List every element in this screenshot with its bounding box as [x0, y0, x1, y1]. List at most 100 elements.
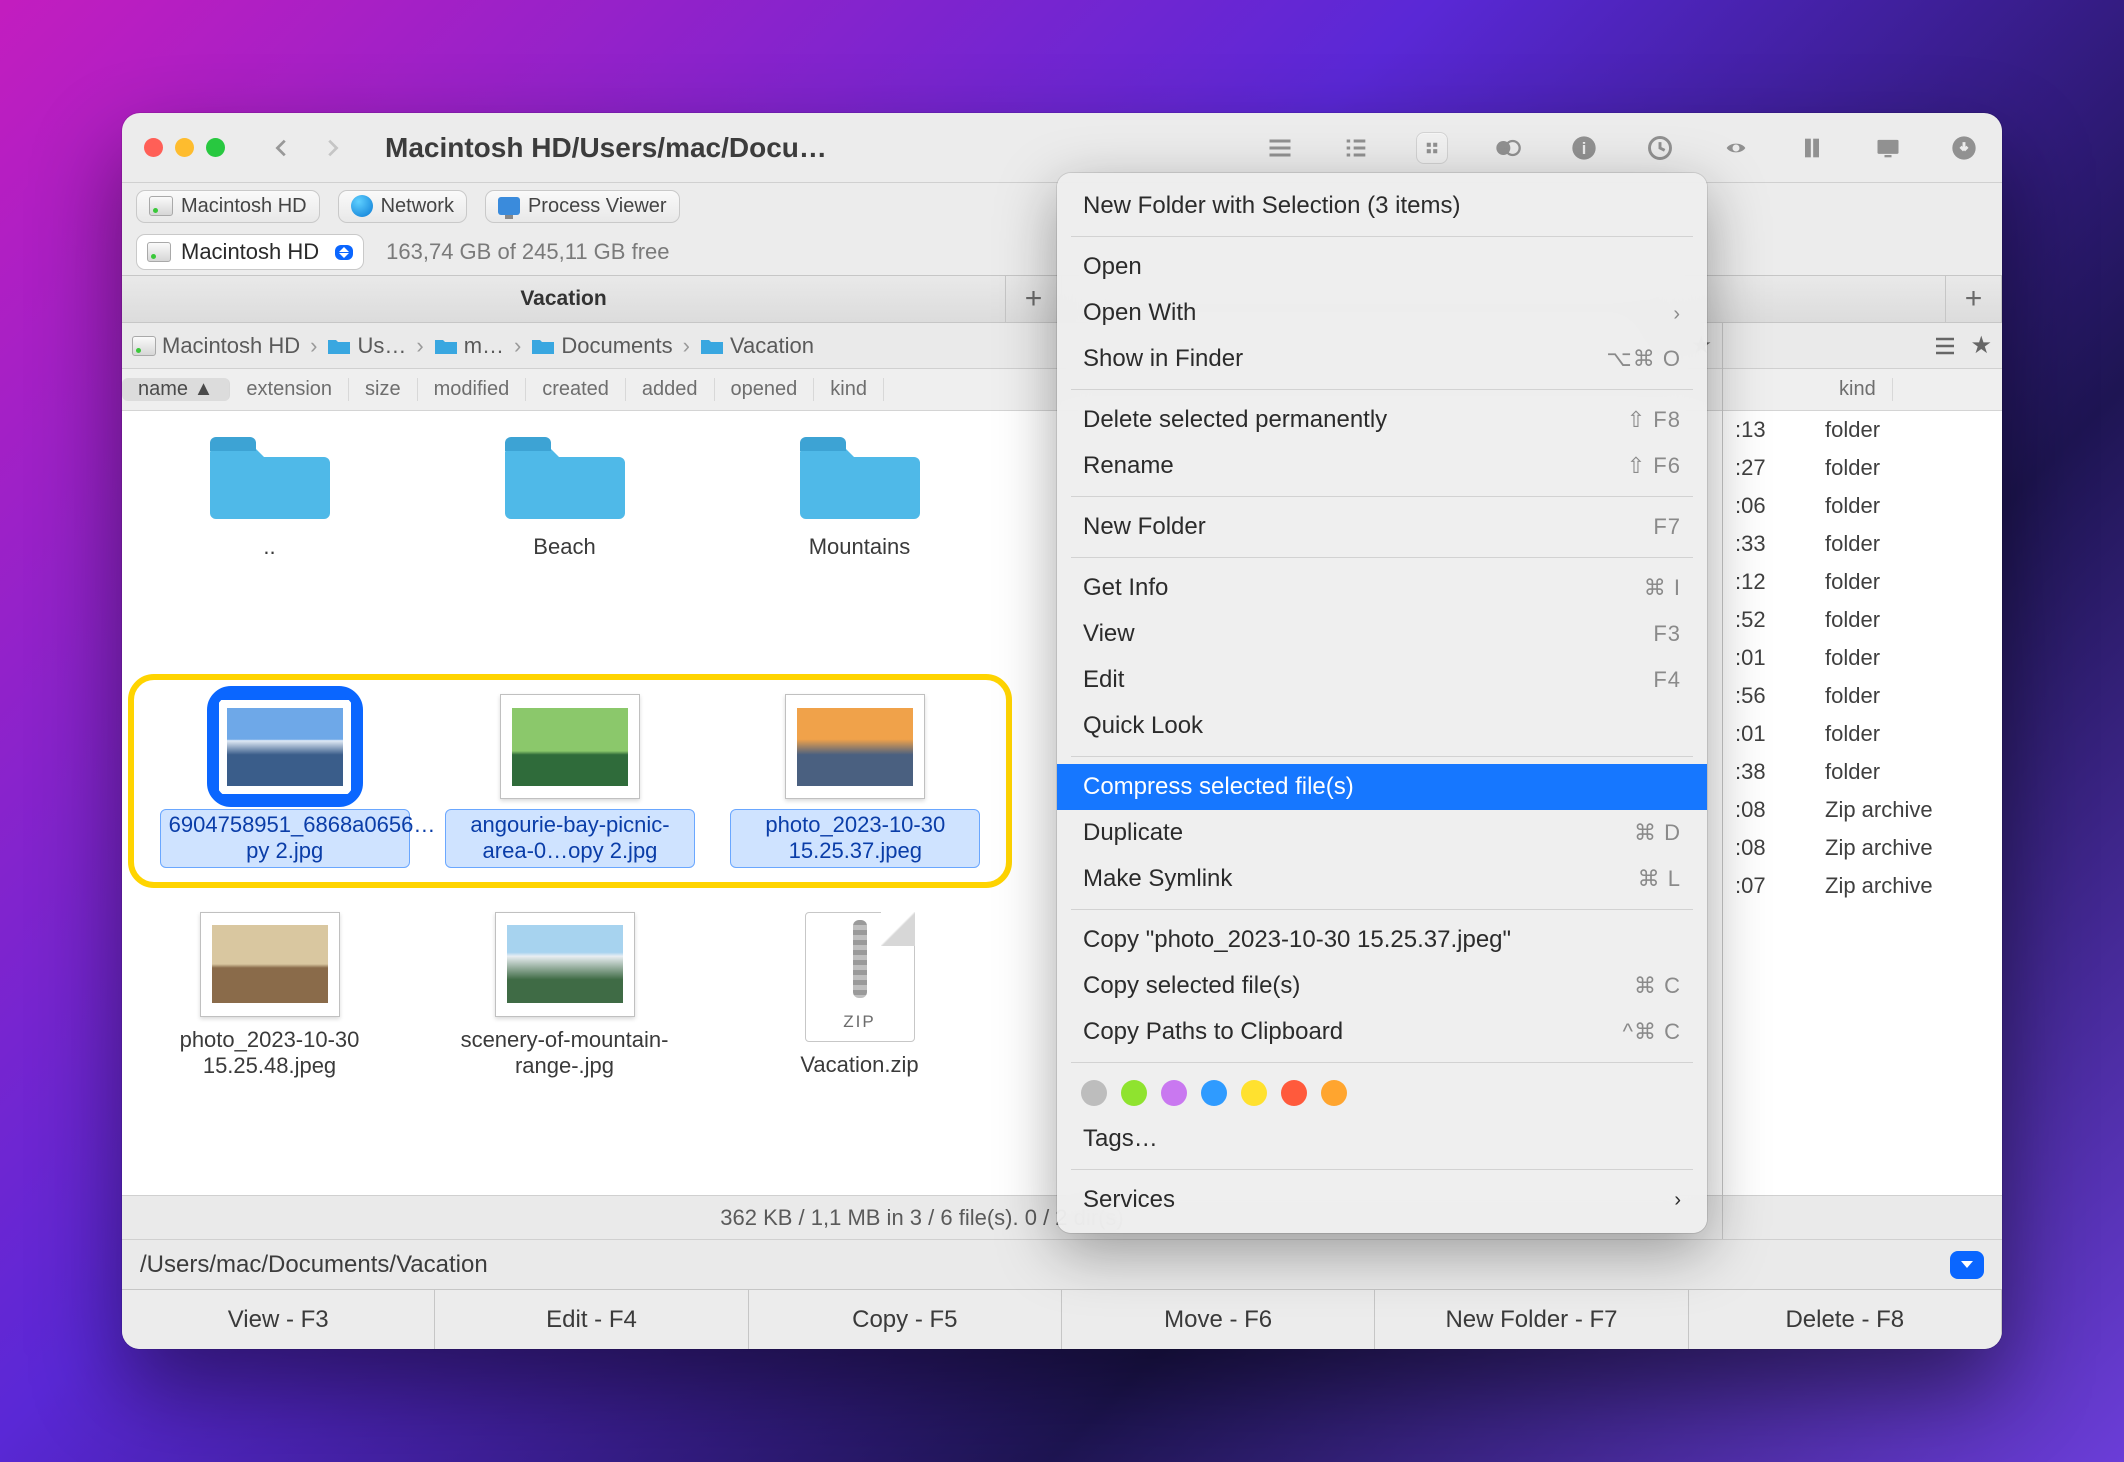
- file-item[interactable]: ..: [122, 429, 417, 674]
- tag-color[interactable]: [1241, 1080, 1267, 1106]
- list-row[interactable]: :33folder: [1723, 525, 2002, 563]
- menu-item-services[interactable]: Services›: [1057, 1177, 1707, 1223]
- list-row[interactable]: :06folder: [1723, 487, 2002, 525]
- computer-icon[interactable]: [1872, 132, 1904, 164]
- tag-color[interactable]: [1201, 1080, 1227, 1106]
- grid-icon[interactable]: [1416, 132, 1448, 164]
- menu-item[interactable]: Quick Look: [1057, 703, 1707, 749]
- col-kind[interactable]: kind: [814, 378, 884, 401]
- tag-color[interactable]: [1081, 1080, 1107, 1106]
- listview-icon[interactable]: [1934, 335, 1956, 357]
- breadcrumb-seg[interactable]: m…: [434, 333, 504, 359]
- tag-color[interactable]: [1121, 1080, 1147, 1106]
- col-name[interactable]: name ▲: [122, 378, 230, 401]
- menu-item[interactable]: ViewF3: [1057, 611, 1707, 657]
- menu-item-tags[interactable]: Tags…: [1057, 1116, 1707, 1162]
- favorite-network[interactable]: Network: [338, 190, 467, 223]
- nav-arrows: [271, 137, 343, 159]
- col-kind[interactable]: kind: [1823, 378, 1893, 401]
- menu-item[interactable]: Duplicate⌘ D: [1057, 810, 1707, 856]
- favorite-macintosh-hd[interactable]: Macintosh HD: [136, 190, 320, 223]
- menu-item[interactable]: Copy selected file(s)⌘ C: [1057, 963, 1707, 1009]
- list2-icon[interactable]: [1340, 132, 1372, 164]
- menu-item[interactable]: New Folder with Selection (3 items): [1057, 183, 1707, 229]
- window-title: Macintosh HD/Users/mac/Docu…: [385, 132, 827, 164]
- fkey-copy[interactable]: Copy - F5: [749, 1290, 1062, 1349]
- disk-selector[interactable]: Macintosh HD: [136, 234, 364, 270]
- col-created[interactable]: created: [526, 378, 626, 401]
- breadcrumb-seg[interactable]: Documents: [531, 333, 672, 359]
- menu-item[interactable]: Open: [1057, 244, 1707, 290]
- menu-item[interactable]: Show in Finder⌥⌘ O: [1057, 336, 1707, 382]
- col-added[interactable]: added: [626, 378, 715, 401]
- list-row[interactable]: :27folder: [1723, 449, 2002, 487]
- tab-add-left[interactable]: +: [1006, 276, 1062, 322]
- list-row[interactable]: :38folder: [1723, 753, 2002, 791]
- breadcrumb-seg[interactable]: Us…: [327, 333, 406, 359]
- list-row[interactable]: :01folder: [1723, 715, 2002, 753]
- view-icon[interactable]: [1720, 132, 1752, 164]
- col-modified[interactable]: modified: [418, 378, 527, 401]
- forward-icon[interactable]: [321, 137, 343, 159]
- zoom-icon[interactable]: [206, 138, 225, 157]
- close-icon[interactable]: [144, 138, 163, 157]
- fkey-view[interactable]: View - F3: [122, 1290, 435, 1349]
- list1-icon[interactable]: [1264, 132, 1296, 164]
- zip-icon: ZIP: [805, 912, 915, 1042]
- fkey-move[interactable]: Move - F6: [1062, 1290, 1375, 1349]
- menu-item[interactable]: New FolderF7: [1057, 504, 1707, 550]
- file-item-selected[interactable]: 6904758951_6868a0656…py 2.jpg: [142, 694, 427, 868]
- menu-item[interactable]: Rename⇧ F6: [1057, 443, 1707, 489]
- toggle-icon[interactable]: [1492, 132, 1524, 164]
- tab-add-right[interactable]: +: [1946, 276, 2002, 322]
- list-row[interactable]: :13folder: [1723, 411, 2002, 449]
- history-icon[interactable]: [1644, 132, 1676, 164]
- favorite-process-viewer[interactable]: Process Viewer: [485, 190, 680, 223]
- list-row[interactable]: :56folder: [1723, 677, 2002, 715]
- col-size[interactable]: size: [349, 378, 418, 401]
- tag-color[interactable]: [1281, 1080, 1307, 1106]
- file-item[interactable]: ZIPVacation.zip: [712, 912, 1007, 1157]
- back-icon[interactable]: [271, 137, 293, 159]
- file-item[interactable]: Mountains: [712, 429, 1007, 674]
- file-list-right[interactable]: :13folder:27folder:06folder:33folder:12f…: [1723, 411, 2002, 1195]
- fkey-edit[interactable]: Edit - F4: [435, 1290, 748, 1349]
- download-icon[interactable]: [1948, 132, 1980, 164]
- list-row[interactable]: :08Zip archive: [1723, 829, 2002, 867]
- tab-vacation[interactable]: Vacation: [122, 276, 1006, 322]
- file-item[interactable]: scenery-of-mountain-range-.jpg: [417, 912, 712, 1157]
- menu-item[interactable]: Get Info⌘ I: [1057, 565, 1707, 611]
- col-opened[interactable]: opened: [715, 378, 815, 401]
- file-item[interactable]: photo_2023-10-30 15.25.48.jpeg: [122, 912, 417, 1157]
- breadcrumb-seg[interactable]: Macintosh HD: [132, 333, 300, 359]
- menu-item[interactable]: Make Symlink⌘ L: [1057, 856, 1707, 902]
- info-icon[interactable]: i: [1568, 132, 1600, 164]
- share-icon[interactable]: [1796, 132, 1828, 164]
- file-item-selected[interactable]: angourie-bay-picnic-area-0…opy 2.jpg: [427, 694, 712, 868]
- menu-item[interactable]: Copy Paths to Clipboard^⌘ C: [1057, 1009, 1707, 1055]
- fkey-new[interactable]: New Folder - F7: [1375, 1290, 1688, 1349]
- tag-color[interactable]: [1321, 1080, 1347, 1106]
- image-thumbnail: [500, 694, 640, 799]
- file-item-selected[interactable]: photo_2023-10-30 15.25.37.jpeg: [713, 694, 998, 868]
- minimize-icon[interactable]: [175, 138, 194, 157]
- menu-item[interactable]: Open With›: [1057, 290, 1707, 336]
- list-row[interactable]: :12folder: [1723, 563, 2002, 601]
- list-row[interactable]: :08Zip archive: [1723, 791, 2002, 829]
- breadcrumb-seg[interactable]: Vacation: [700, 333, 814, 359]
- fkey-delete[interactable]: Delete - F8: [1689, 1290, 2002, 1349]
- globe-icon: [351, 195, 373, 217]
- col-extension[interactable]: extension: [230, 378, 349, 401]
- menu-item[interactable]: EditF4: [1057, 657, 1707, 703]
- menu-item[interactable]: Delete selected permanently⇧ F8: [1057, 397, 1707, 443]
- list-row[interactable]: :01folder: [1723, 639, 2002, 677]
- menu-item[interactable]: Compress selected file(s): [1057, 764, 1707, 810]
- star-icon[interactable]: ★: [1970, 331, 1992, 360]
- file-item[interactable]: Beach: [417, 429, 712, 674]
- path-dropdown[interactable]: [1950, 1251, 1984, 1279]
- path-footer: /Users/mac/Documents/Vacation: [122, 1239, 2002, 1289]
- list-row[interactable]: :52folder: [1723, 601, 2002, 639]
- menu-item[interactable]: Copy "photo_2023-10-30 15.25.37.jpeg": [1057, 917, 1707, 963]
- list-row[interactable]: :07Zip archive: [1723, 867, 2002, 905]
- tag-color[interactable]: [1161, 1080, 1187, 1106]
